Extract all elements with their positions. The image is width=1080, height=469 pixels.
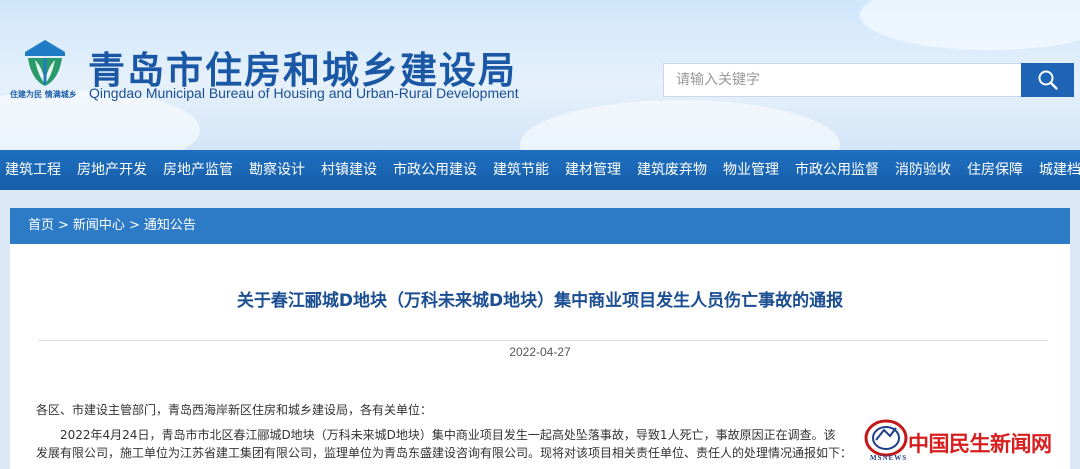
main-nav: 建筑工程 房地产开发 房地产监管 勘察设计 村镇建设 市政公用建设 建筑节能 建… — [0, 150, 1080, 190]
nav-item-urban-archives[interactable]: 城建档 — [1031, 150, 1080, 190]
search-button[interactable] — [1021, 63, 1074, 97]
logo-slogan: 住建为民 情满城乡 — [10, 90, 77, 99]
nav-item-housing-security[interactable]: 住房保障 — [959, 150, 1031, 190]
watermark: 中国民生新闻网 MSNEWS — [858, 410, 1080, 469]
nav-item-fire-acceptance[interactable]: 消防验收 — [887, 150, 959, 190]
bureau-logo-icon — [25, 40, 65, 86]
nav-item-real-estate-development[interactable]: 房地产开发 — [69, 150, 155, 190]
nav-item-property-management[interactable]: 物业管理 — [715, 150, 787, 190]
title-divider — [38, 340, 1048, 341]
site-header: 住建为民 情满城乡 青岛市住房和城乡建设局 Qingdao Municipal … — [0, 0, 1080, 150]
nav-item-municipal-supervision[interactable]: 市政公用监督 — [787, 150, 887, 190]
article-paragraph: 2022年4月24日，青岛市市北区春江郦城D地块（万科未来城D地块）集中商业项目… — [60, 428, 836, 442]
breadcrumb-notices[interactable]: 通知公告 — [144, 218, 196, 233]
nav-item-materials-management[interactable]: 建材管理 — [557, 150, 629, 190]
breadcrumb: 首页 > 新闻中心 > 通知公告 — [10, 208, 1070, 244]
nav-item-survey-design[interactable]: 勘察设计 — [241, 150, 313, 190]
breadcrumb-separator: > — [58, 218, 69, 233]
nav-item-municipal-construction[interactable]: 市政公用建设 — [385, 150, 485, 190]
article-paragraph: 发展有限公司，施工单位为江苏省建工集团有限公司，监理单位为青岛东盛建设咨询有限公… — [36, 446, 853, 460]
nav-item-building-engineering[interactable]: 建筑工程 — [0, 150, 69, 190]
header-cloud — [520, 100, 840, 150]
article-title: 关于春江郦城D地块（万科未来城D地块）集中商业项目发生人员伤亡事故的通报 — [236, 291, 844, 311]
nav-item-village-construction[interactable]: 村镇建设 — [313, 150, 385, 190]
search-input[interactable]: 请输入关键字 — [663, 63, 1021, 97]
breadcrumb-separator: > — [128, 218, 140, 233]
nav-item-construction-waste[interactable]: 建筑废弃物 — [629, 150, 715, 190]
site-subtitle: Qingdao Municipal Bureau of Housing and … — [89, 85, 519, 101]
breadcrumb-home[interactable]: 首页 — [28, 218, 54, 233]
search-icon — [1038, 70, 1058, 90]
breadcrumb-news-center[interactable]: 新闻中心 — [73, 218, 125, 233]
header-cloud — [860, 0, 1080, 50]
nav-item-real-estate-supervision[interactable]: 房地产监管 — [155, 150, 241, 190]
watermark-subtext: MSNEWS — [870, 454, 908, 462]
nav-item-energy-saving[interactable]: 建筑节能 — [485, 150, 557, 190]
article-paragraph: 各区、市建设主管部门，青岛西海岸新区住房和城乡建设局，各有关单位： — [36, 403, 433, 417]
watermark-text: 中国民生新闻网 — [908, 432, 1052, 456]
article-date: 2022-04-27 — [509, 345, 571, 359]
